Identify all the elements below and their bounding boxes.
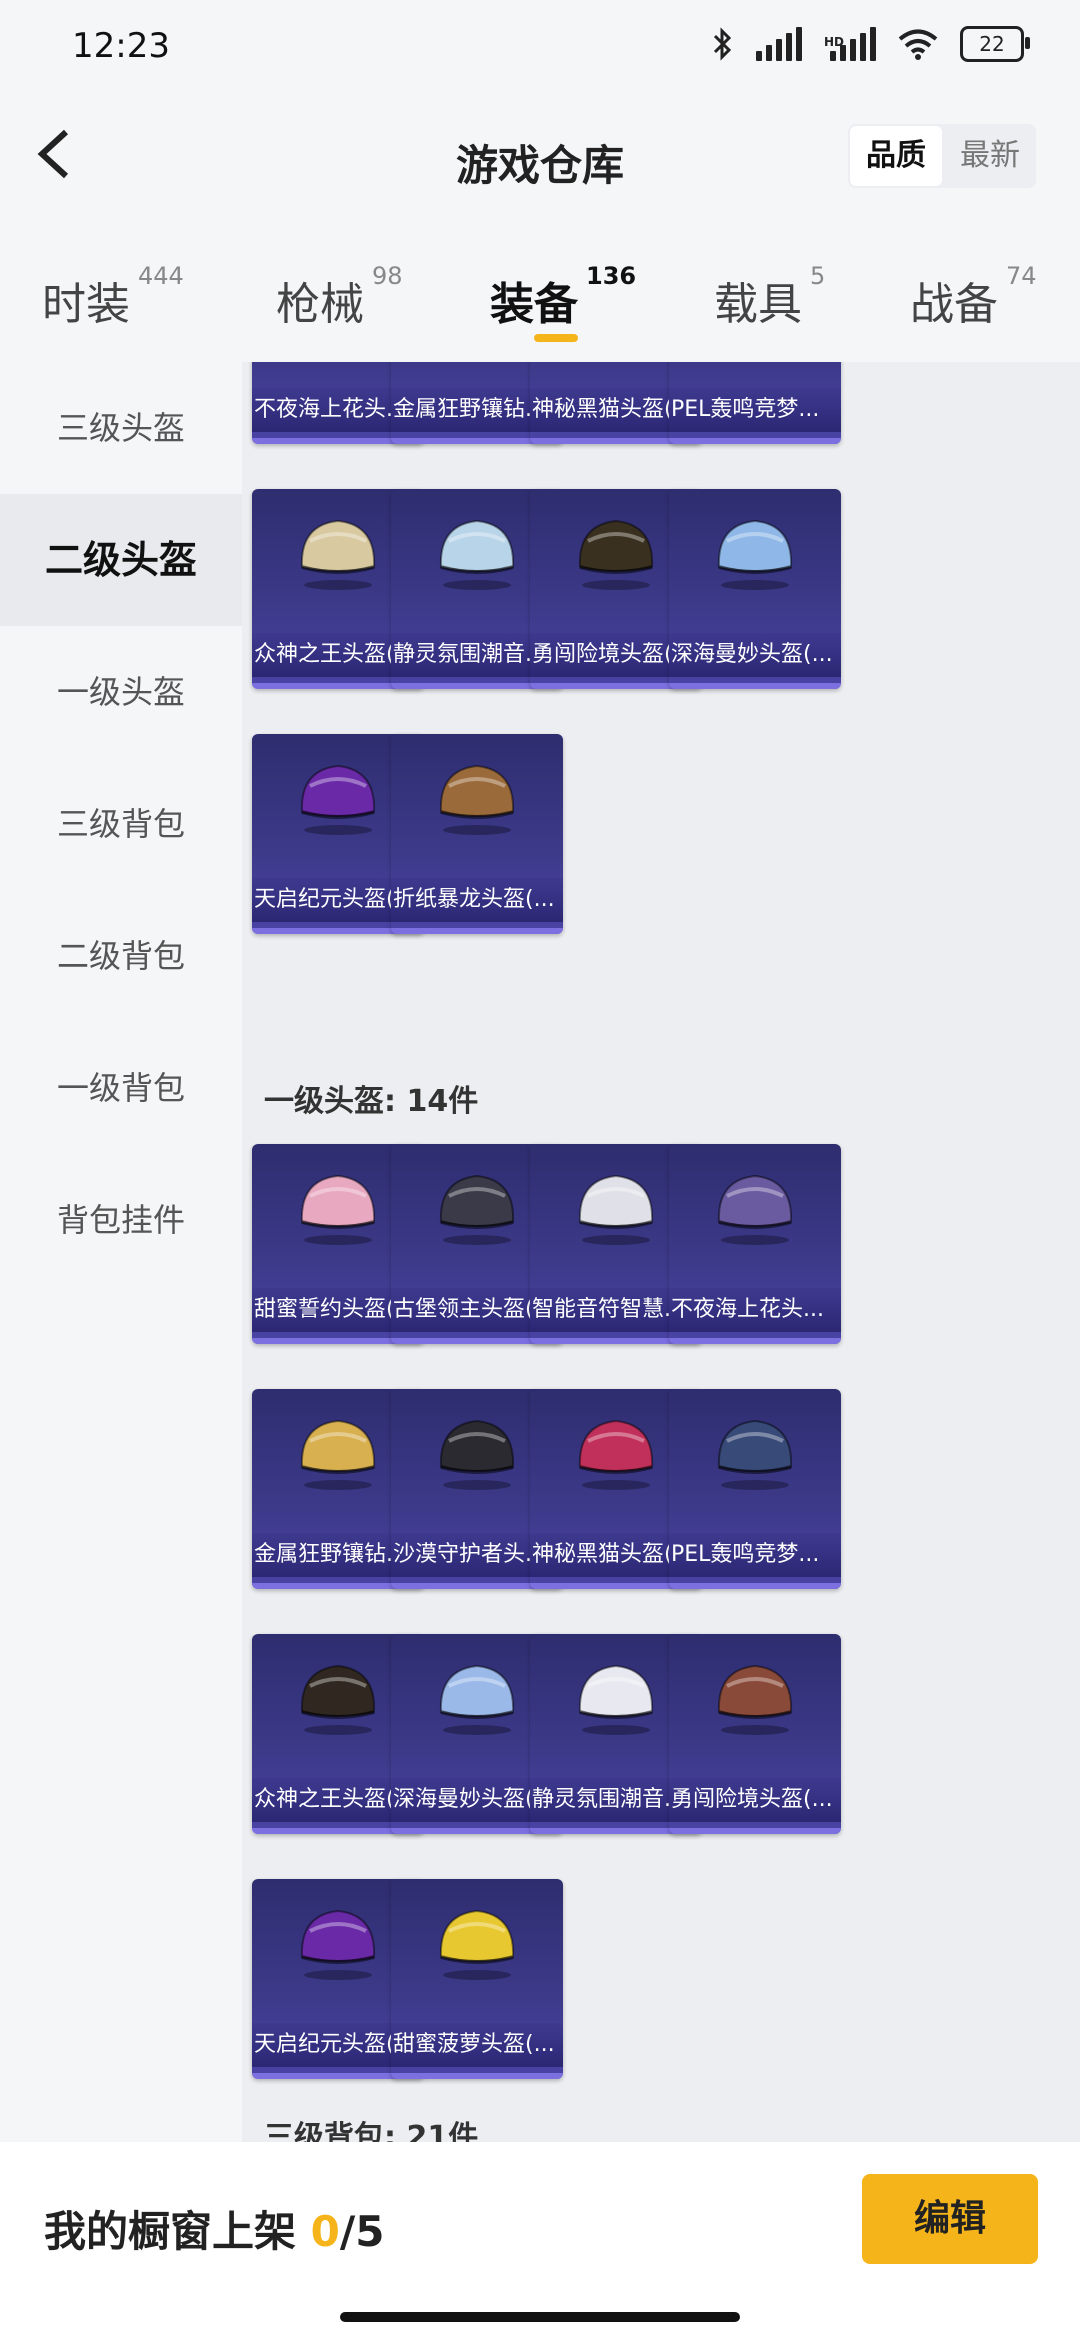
sidebar-item-lv3-backpack[interactable]: 三级背包 — [0, 758, 242, 890]
rarity-bar — [669, 1828, 841, 1834]
section-heading-lv1-helmets: 一级头盔: 14件 — [264, 1084, 479, 1119]
helmet-icon — [578, 1174, 654, 1245]
sort-toggle: 品质 最新 — [848, 124, 1036, 188]
item-card[interactable]: 折纸暴龙头盔(... — [391, 734, 563, 934]
tab-fashion[interactable]: 时装444 — [42, 262, 184, 332]
home-indicator[interactable] — [340, 2312, 740, 2322]
status-bar: 12:23 HD 22 — [0, 0, 1080, 96]
sidebar-item-lv1-backpack[interactable]: 一级背包 — [0, 1022, 242, 1154]
sort-latest-button[interactable]: 最新 — [944, 124, 1036, 188]
tab-supplies[interactable]: 战备74 — [910, 262, 1037, 332]
item-card[interactable]: 不夜海上花头... — [669, 1144, 841, 1344]
sidebar-item-lv2-helmet[interactable]: 二级头盔 — [0, 494, 242, 626]
helmet-icon — [439, 1419, 515, 1490]
item-name: PEL轰鸣竞梦... — [669, 1533, 841, 1577]
helmet-icon — [439, 1909, 515, 1980]
helmet-icon — [300, 519, 376, 590]
helmet-icon — [717, 519, 793, 590]
item-name: 甜蜜菠萝头盔(... — [391, 2023, 563, 2067]
helmet-icon — [717, 1174, 793, 1245]
rarity-bar — [669, 1583, 841, 1589]
helmet-icon — [578, 519, 654, 590]
rarity-bar — [669, 438, 841, 444]
tab-vehicles[interactable]: 载具5 — [714, 262, 825, 332]
helmet-icon — [300, 1909, 376, 1980]
signal-icon — [755, 27, 802, 61]
wifi-icon — [898, 29, 938, 60]
active-tab-indicator — [534, 334, 578, 342]
helmet-icon — [300, 1174, 376, 1245]
helmet-icon — [717, 1664, 793, 1735]
helmet-icon — [439, 764, 515, 835]
rarity-bar — [669, 683, 841, 689]
item-name: 深海曼妙头盔(... — [669, 633, 841, 677]
signal-hd-icon: HD — [824, 27, 876, 61]
tab-equipment[interactable]: 装备136 — [490, 262, 636, 332]
header: 游戏仓库 品质 最新 — [0, 96, 1080, 216]
item-card[interactable]: 勇闯险境头盔(... — [669, 1634, 841, 1834]
sidebar: 三级头盔 二级头盔 一级头盔 三级背包 二级背包 一级背包 背包挂件 — [0, 362, 242, 2142]
helmet-icon — [578, 1419, 654, 1490]
helmet-icon — [300, 764, 376, 835]
helmet-icon — [439, 519, 515, 590]
sidebar-item-lv1-helmet[interactable]: 一级头盔 — [0, 626, 242, 758]
item-card[interactable]: PEL轰鸣竞梦... — [669, 1389, 841, 1589]
status-icons: HD 22 — [712, 26, 1030, 62]
helmet-icon — [300, 1419, 376, 1490]
item-card[interactable]: PEL轰鸣竞梦... — [669, 362, 841, 444]
helmet-icon — [578, 1664, 654, 1735]
item-card[interactable]: 甜蜜菠萝头盔(... — [391, 1879, 563, 2079]
item-grid: 不夜海上花头... 金属狂野镶钻... 神秘黑猫头盔(... PEL轰鸣竞梦... 众神… — [242, 362, 1080, 2142]
rarity-bar — [391, 928, 563, 934]
sidebar-item-lv2-backpack[interactable]: 二级背包 — [0, 890, 242, 1022]
item-name: 勇闯险境头盔(... — [669, 1778, 841, 1822]
helmet-icon — [439, 1174, 515, 1245]
sidebar-item-lv3-helmet[interactable]: 三级头盔 — [0, 362, 242, 494]
tab-weapons[interactable]: 枪械98 — [276, 262, 403, 332]
helmet-icon — [439, 1664, 515, 1735]
battery-icon: 22 — [960, 26, 1030, 62]
sidebar-item-backpack-charm[interactable]: 背包挂件 — [0, 1154, 242, 1286]
rarity-bar — [391, 2073, 563, 2079]
showcase-status: 我的橱窗上架 0/5 — [44, 2207, 385, 2256]
edit-button[interactable]: 编辑 — [862, 2174, 1038, 2264]
footer: 我的橱窗上架 0/5 编辑 — [0, 2142, 1080, 2340]
item-card[interactable]: 深海曼妙头盔(... — [669, 489, 841, 689]
bluetooth-icon — [713, 27, 732, 61]
helmet-icon — [300, 1664, 376, 1735]
item-name: PEL轰鸣竞梦... — [669, 388, 841, 432]
item-name: 折纸暴龙头盔(... — [391, 878, 563, 922]
rarity-bar — [669, 1338, 841, 1344]
section-heading-lv3-backpacks: 三级背包: 21件 — [264, 2120, 479, 2142]
clock: 12:23 — [72, 26, 170, 66]
helmet-icon — [717, 1419, 793, 1490]
sort-quality-button[interactable]: 品质 — [850, 126, 942, 186]
item-name: 不夜海上花头... — [669, 1288, 841, 1332]
